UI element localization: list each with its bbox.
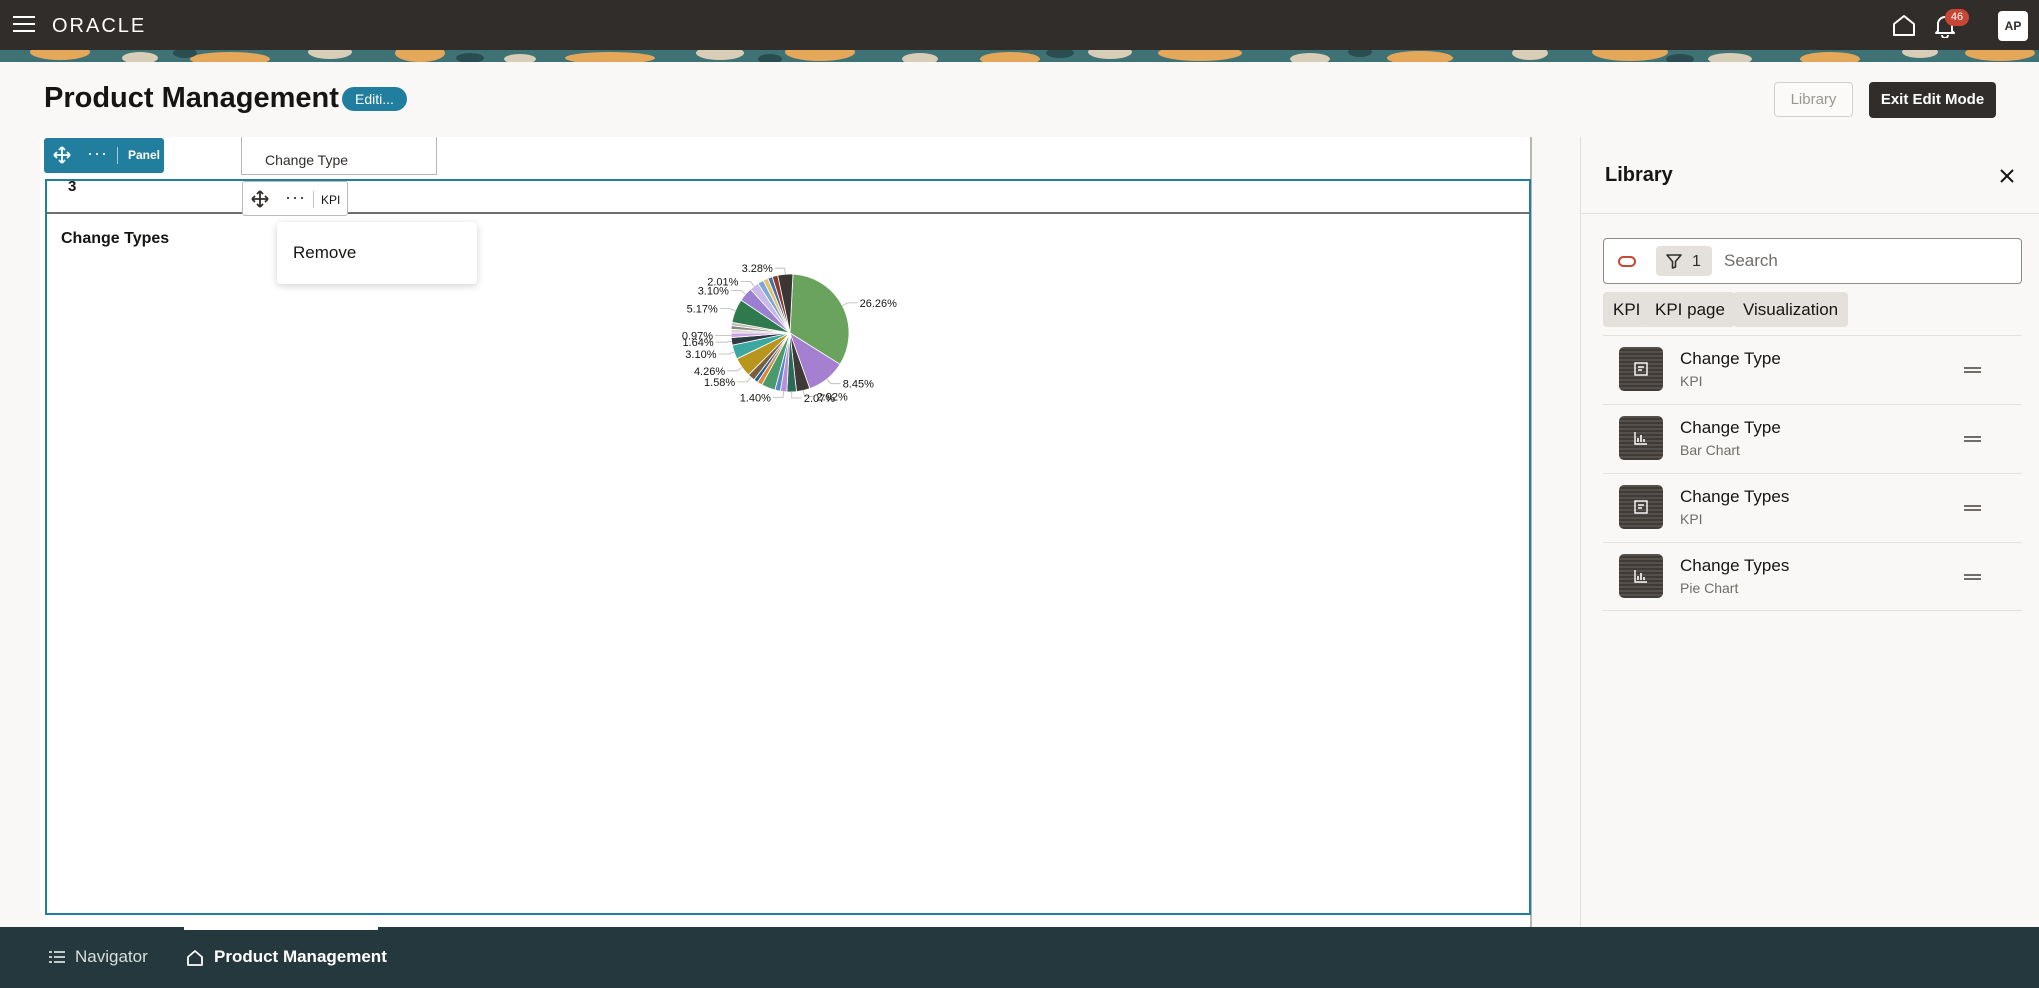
kpi-toolbar-label: KPI — [321, 193, 341, 207]
library-item[interactable]: Change Type Bar Chart — [1603, 404, 2022, 473]
oracle-oval-icon — [1618, 256, 1636, 267]
library-item-name: Change Type — [1680, 418, 1781, 437]
kpi-value: 3 — [68, 178, 77, 195]
home-icon[interactable] — [1891, 13, 1917, 37]
library-item-type: Bar Chart — [1680, 442, 1740, 458]
pie-data-label: 2.01% — [707, 276, 738, 288]
kpi-tile-title: Change Type — [265, 152, 349, 168]
remove-menu-item[interactable]: Remove — [293, 243, 356, 263]
library-item-type: Pie Chart — [1680, 580, 1739, 596]
filter-funnel-icon — [1666, 254, 1682, 269]
pie-label-leader — [730, 290, 746, 295]
pie-label-leader — [774, 267, 786, 275]
kpi-tile-header[interactable]: Change Type — [241, 137, 437, 175]
bottom-navigation-bar: Navigator Product Management — [0, 927, 2039, 988]
active-tab-indicator — [184, 927, 378, 930]
library-item[interactable]: Change Types Pie Chart — [1603, 542, 2022, 611]
library-item-name: Change Type — [1680, 349, 1781, 368]
pie-label-leader — [737, 377, 752, 383]
pie-label-leader — [718, 351, 735, 355]
kpi-toolbar: ··· KPI — [242, 181, 348, 216]
kpi-thumbnail-icon — [1619, 347, 1663, 391]
library-item[interactable]: Change Type KPI — [1603, 335, 2022, 404]
pie-label-leader — [826, 378, 841, 385]
filter-button[interactable]: 1 — [1656, 246, 1712, 276]
library-item-type: KPI — [1680, 373, 1703, 389]
user-avatar[interactable]: AP — [1998, 11, 2028, 41]
pie-label-leader — [791, 391, 802, 399]
chip-kpi-page[interactable]: KPI page — [1645, 292, 1735, 327]
pie-label-leader — [727, 366, 743, 372]
pie-data-label: 4.26% — [694, 366, 725, 378]
exit-edit-mode-button[interactable]: Exit Edit Mode — [1869, 82, 1996, 118]
pie-data-label: 0.97% — [682, 331, 713, 343]
toolbar-separator — [313, 191, 314, 208]
move-icon[interactable] — [53, 146, 71, 164]
pie-label-leader — [740, 280, 755, 287]
pie-data-label: 2.07% — [804, 393, 835, 405]
edit-mode-badge: Editi... — [342, 87, 407, 111]
library-title: Library — [1605, 164, 1673, 186]
toolbar-separator — [117, 147, 118, 164]
library-item-name: Change Types — [1680, 556, 1790, 575]
chip-kpi[interactable]: KPI — [1603, 292, 1651, 327]
pie-data-label: 26.26% — [860, 298, 898, 310]
drag-handle-icon[interactable] — [1964, 367, 1981, 373]
library-item-type: KPI — [1680, 511, 1703, 527]
panel-toolbar-label: Panel — [128, 148, 161, 162]
notification-count-badge: 46 — [1945, 9, 1969, 26]
pie-data-label: 3.28% — [742, 263, 773, 275]
pie-data-label: 1.40% — [740, 393, 771, 405]
pie-data-label: 5.17% — [687, 303, 718, 315]
library-search-input[interactable] — [1722, 247, 2012, 275]
drag-handle-icon[interactable] — [1964, 436, 1981, 442]
pie-chart-thumbnail-icon — [1619, 554, 1663, 598]
move-icon[interactable] — [251, 190, 269, 208]
pie-data-label: 3.10% — [685, 349, 716, 361]
library-panel: Library 1 KPI KPI page Visualization Cha… — [1580, 137, 2039, 927]
decorative-banner — [0, 50, 2039, 62]
pie-chart: 26.26%8.45%2.92%2.07%1.40%1.58%4.26%3.10… — [682, 263, 898, 405]
chart-title: Change Types — [61, 230, 170, 247]
navigator-link[interactable]: Navigator — [75, 947, 148, 967]
navigator-list-icon[interactable] — [48, 949, 66, 965]
oracle-logo[interactable]: ORACLE — [52, 15, 146, 38]
pie-label-leader — [715, 340, 732, 343]
drag-handle-icon[interactable] — [1964, 505, 1981, 511]
bar-chart-thumbnail-icon — [1619, 416, 1663, 460]
panel-toolbar: ··· Panel — [44, 138, 164, 173]
page-title: Product Management — [44, 82, 339, 114]
pie-data-label: 1.58% — [704, 377, 735, 389]
library-button[interactable]: Library — [1774, 82, 1853, 117]
more-options-icon[interactable]: ··· — [87, 143, 108, 164]
kpi-thumbnail-icon — [1619, 485, 1663, 529]
hamburger-menu-icon[interactable] — [13, 16, 35, 34]
pie-label-leader — [772, 391, 784, 399]
pie-data-label: 8.45% — [843, 379, 874, 391]
library-item-name: Change Types — [1680, 487, 1790, 506]
pie-label-leader — [842, 302, 858, 307]
drag-handle-icon[interactable] — [1964, 574, 1981, 580]
more-options-icon[interactable]: ··· — [285, 187, 306, 208]
library-item[interactable]: Change Types KPI — [1603, 473, 2022, 542]
close-icon[interactable] — [1997, 166, 2017, 186]
current-page-tab[interactable]: Product Management — [214, 947, 387, 967]
library-search-box: 1 — [1603, 238, 2022, 284]
context-menu: Remove — [277, 222, 477, 284]
library-divider — [1581, 213, 2039, 214]
top-bar: ORACLE 46 AP — [0, 0, 2039, 50]
home-icon[interactable] — [186, 949, 204, 966]
chip-visualization[interactable]: Visualization — [1733, 292, 1849, 327]
filter-count: 1 — [1692, 253, 1701, 270]
pie-label-leader — [719, 308, 736, 312]
